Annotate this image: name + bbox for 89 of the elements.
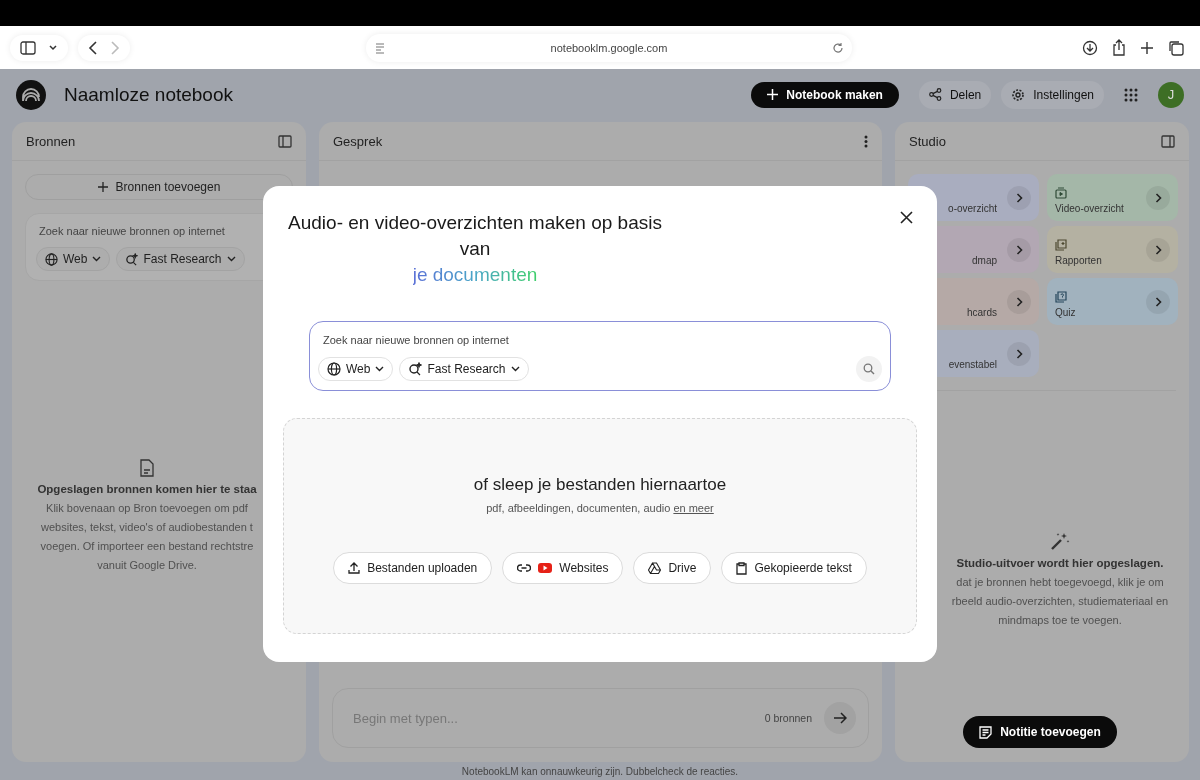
card-label: Video-overzicht [1055,203,1125,214]
drop-zone[interactable]: of sleep je bestanden hiernaartoe pdf, afbeeldingen, documenten, audio en meer Bestanden uploaden Websites Drive Gekopieerde tekst [283,418,917,634]
tabs-icon[interactable] [1168,39,1184,56]
avatar[interactable]: J [1158,81,1184,108]
card-label: hcards [967,307,997,318]
studio-card[interactable]: Rapporten [1047,226,1178,273]
card-label: o-overzicht [948,203,997,214]
studio-card[interactable]: Quiz [1047,278,1178,325]
sidebar-toggle-icon[interactable] [278,134,292,148]
download-icon[interactable] [1082,39,1098,56]
chevron-right-icon[interactable] [1007,237,1031,262]
sidebar-icon[interactable] [20,40,36,55]
link-icon [517,564,532,572]
source-type-button[interactable]: Bestanden uploaden [333,552,493,584]
create-notebook-button[interactable]: Notebook maken [751,81,899,108]
filter-chip[interactable]: Web [36,247,111,271]
send-button[interactable] [824,702,856,734]
report-icon [1055,239,1067,251]
back-icon[interactable] [88,40,98,55]
dialog-title: Audio- en video-overzichten maken op basis van [287,211,663,261]
empty-state-text: Klik bovenaan op Bron toevoegen om pdf websites, tekst, video's of audiobestanden t voegen. Of importeer een bestand rechtstre vanuit Google Drive. [40,501,254,573]
studio-card[interactable]: Video-overzicht [1047,174,1178,221]
learn-more-link[interactable]: en meer [673,502,714,514]
source-type-button[interactable]: Websites [502,552,624,584]
settings-button[interactable]: Instellingen [1001,80,1104,109]
share-button[interactable]: Delen [918,80,992,109]
chevron-right-icon[interactable] [1007,341,1031,366]
logo-icon [16,79,46,110]
panel-title: Gesprek [333,133,383,149]
empty-state-title: Studio-uitvoer wordt hier opgeslagen. [956,557,1164,569]
card-label: Rapporten [1055,255,1103,266]
magic-wand-icon [1050,531,1070,551]
filter-chip[interactable]: Web [318,357,394,381]
chevron-down-icon [375,366,385,372]
settings-icon [1011,87,1026,102]
chevron-right-icon[interactable] [1146,185,1170,210]
source-type-button[interactable]: Gekopieerde tekst [721,552,867,584]
reload-icon[interactable] [832,41,844,54]
clipboard-icon [736,561,748,575]
more-options-icon[interactable] [864,134,868,148]
filter-chip[interactable]: Fast Research [399,357,529,381]
sparkle-search-icon [408,362,423,376]
notebook-title[interactable]: Naamloze notebook [64,83,233,106]
sidebar-toggle-icon[interactable] [1161,134,1175,148]
empty-state-title: Opgeslagen bronnen komen hier te staa [37,483,257,495]
arrow-right-icon [833,712,847,724]
chevron-right-icon[interactable] [1146,289,1170,314]
chevron-down-icon [92,256,102,262]
share-icon[interactable] [1112,39,1126,56]
video-play-icon [538,563,553,573]
empty-state-text: dat je bronnen hebt toegevoegd, klik je om rbeeld audio-overzichten, studiemateriaal en mindmaps toe te voegen. [951,575,1169,628]
drive-icon [648,562,662,574]
share-icon [928,88,942,101]
chevron-right-icon[interactable] [1007,289,1031,314]
filter-chip[interactable]: Fast Research [116,247,245,271]
close-icon [899,210,913,224]
quiz-icon [1055,291,1067,303]
card-label: evenstabel [948,359,997,370]
plus-icon [767,89,779,100]
chevron-down-icon [510,366,520,372]
sparkle-search-icon [125,252,139,266]
chevron-right-icon[interactable] [1007,185,1031,210]
upload-icon [348,562,361,574]
file-types-text: pdf, afbeeldingen, documenten, audio en meer [486,502,714,514]
card-label: dmap [972,255,997,266]
source-count: 0 bronnen [764,712,812,724]
globe-icon [327,362,341,376]
note-icon [979,725,993,739]
apps-grid-icon[interactable] [1124,87,1138,102]
search-button[interactable] [856,356,882,382]
add-note-button[interactable]: Notitie toevoegen [963,716,1117,748]
panel-title: Bronnen [26,133,76,149]
search-icon [863,363,875,375]
panel-title: Studio [909,133,946,149]
plus-icon[interactable] [1140,40,1154,55]
drop-zone-title: of sleep je bestanden hiernaartoe [473,475,727,495]
globe-icon [45,252,58,266]
chevron-right-icon[interactable] [1146,237,1170,262]
video-icon [1055,187,1067,199]
plus-icon [97,182,108,192]
chevron-down-icon [226,256,236,262]
disclaimer-text: NotebookLM kan onnauwkeurig zijn. Dubbelcheck de reacties. [460,766,740,777]
chevron-down-icon[interactable] [48,43,58,52]
document-icon [140,459,154,477]
page-icon [374,41,386,54]
close-button[interactable] [897,208,915,226]
search-field[interactable]: Zoek naar nieuwe bronnen op internet Web Fast Research [309,321,891,391]
source-type-button[interactable]: Drive [633,552,712,584]
card-label: Quiz [1055,307,1077,318]
